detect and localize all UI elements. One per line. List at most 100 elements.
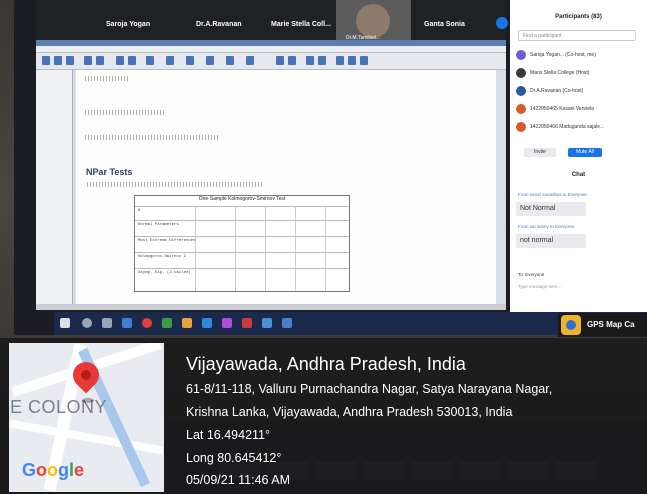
participant-row[interactable]: 1422050465 Kasani Vennela — [516, 102, 640, 116]
app-icon[interactable] — [242, 318, 252, 328]
split-icon[interactable] — [206, 56, 214, 65]
find-icon[interactable] — [166, 56, 174, 65]
chat-message: not normal — [516, 234, 586, 248]
toolbar — [36, 53, 506, 70]
insert-icon[interactable] — [186, 56, 194, 65]
undo-icon[interactable] — [84, 56, 92, 65]
participant-search-input[interactable]: Find a participant — [518, 30, 636, 41]
participant-name: Dr.A.Ravanan (Co-host) — [530, 88, 584, 94]
video-tile[interactable]: Dr.M.Tamilsel... — [336, 0, 411, 44]
next-page-icon[interactable] — [496, 17, 508, 29]
arrow-right-icon[interactable] — [288, 56, 296, 65]
browser-icon[interactable] — [142, 318, 152, 328]
row-label: Kolmogorov-Smirnov Z — [138, 255, 187, 259]
output-table[interactable]: One-Sample Kolmogorov-Smirnov Test N Nor… — [134, 195, 350, 292]
search-icon[interactable] — [82, 318, 92, 328]
table-icon[interactable] — [348, 56, 356, 65]
participant-row[interactable]: Saroja Yogan... (Co-host, me) — [516, 48, 640, 62]
tile-name: Ganta Sonia — [424, 21, 465, 28]
goto-icon[interactable] — [116, 56, 124, 65]
tile-name: Marie Stella Coll... — [271, 21, 331, 28]
longitude: Long 80.645412° — [186, 451, 282, 465]
panel-title: Participants (83) — [555, 14, 602, 20]
table-rule — [135, 268, 349, 269]
gps-map-camera-button[interactable]: GPS Map Ca — [558, 313, 647, 337]
participant-tile[interactable]: Ganta Sonia — [414, 0, 494, 40]
app-icon[interactable] — [222, 318, 232, 328]
remove-icon[interactable] — [318, 56, 326, 65]
latitude: Lat 16.494211° — [186, 428, 271, 442]
avatar — [516, 68, 526, 78]
add-icon[interactable] — [306, 56, 314, 65]
table-col-rule — [325, 206, 326, 291]
participant-name: 1422050466 Madugunda sajale... — [530, 124, 605, 130]
participant-name: Saroja Yogan... (Co-host, me) — [530, 52, 596, 58]
chat-recipient[interactable]: To: Everyone — [518, 272, 544, 277]
spss-window: ||||||||||||||| ||||||||||||||||||||||||… — [36, 40, 506, 310]
output-line: ||||||||||||||||||||||||||| — [84, 110, 166, 116]
avatar — [516, 86, 526, 96]
grid-icon[interactable] — [336, 56, 344, 65]
laptop-screen: Saroja Yogan Dr.A.Ravanan Marie Stella C… — [14, 0, 647, 335]
table-rule — [135, 220, 349, 221]
row-label: Normal Parameters — [138, 223, 179, 227]
address-line: 61-8/11-118, Valluru Purnachandra Nagar,… — [186, 382, 553, 396]
start-icon[interactable] — [60, 318, 70, 328]
gps-camera-icon — [561, 315, 581, 335]
open-icon[interactable] — [42, 56, 50, 65]
weight-icon[interactable] — [226, 56, 234, 65]
participant-row[interactable]: Dr.A.Ravanan (Co-host) — [516, 84, 640, 98]
pin-shadow — [82, 398, 94, 403]
chart-icon[interactable] — [128, 56, 136, 65]
redo-icon[interactable] — [96, 56, 104, 65]
participant-tile[interactable]: Saroja Yogan — [96, 0, 186, 40]
app-icon[interactable] — [162, 318, 172, 328]
task-view-icon[interactable] — [102, 318, 112, 328]
chat-title: Chat — [571, 172, 586, 178]
avatar — [516, 122, 526, 132]
pivot-icon[interactable] — [360, 56, 368, 65]
mute-all-button[interactable]: Mute All — [568, 148, 602, 157]
table-col-rule — [295, 206, 296, 291]
save-icon[interactable] — [54, 56, 62, 65]
spss-icon[interactable] — [262, 318, 272, 328]
table-col-rule — [195, 206, 196, 291]
row-label: N — [138, 209, 141, 213]
output-document[interactable]: ||||||||||||||| ||||||||||||||||||||||||… — [76, 70, 496, 304]
status-bar — [36, 304, 506, 310]
chat-meta: From ravuri sunaditya to Everyone: — [518, 192, 589, 197]
print-icon[interactable] — [66, 56, 74, 65]
app-icon[interactable] — [282, 318, 292, 328]
table-rule — [135, 206, 349, 207]
participant-tile[interactable]: Dr.A.Ravanan — [186, 0, 261, 40]
location-city: Vijayawada, Andhra Pradesh, India — [186, 354, 466, 374]
avatar — [516, 50, 526, 60]
table-title: One-Sample Kolmogorov-Smirnov Test — [198, 196, 286, 202]
menu-bar[interactable] — [36, 46, 506, 53]
zoom-icon[interactable] — [202, 318, 212, 328]
chat-meta: From sai sunny to Everyone: — [518, 224, 576, 229]
avatar — [516, 104, 526, 114]
participant-name: Maris Stella College (Host) — [530, 70, 590, 76]
explorer-icon[interactable] — [122, 318, 132, 328]
row-label: Asymp. Sig. (2-tailed) — [138, 271, 191, 275]
select-icon[interactable] — [246, 56, 254, 65]
table-rule — [135, 252, 349, 253]
arrow-left-icon[interactable] — [276, 56, 284, 65]
google-logo: Google — [22, 460, 85, 480]
chat-input[interactable]: Type message here... — [518, 284, 561, 289]
table-col-rule — [265, 206, 266, 291]
tile-name: Saroja Yogan — [106, 21, 151, 28]
participant-row[interactable]: Maris Stella College (Host) — [516, 66, 640, 80]
output-outline[interactable] — [36, 70, 73, 304]
participants-panel: Participants (83) Find a participant Sar… — [510, 0, 647, 312]
participant-tile[interactable]: Marie Stella Coll... — [261, 0, 336, 40]
output-line: ||||||||||||||| — [84, 76, 130, 82]
invite-button[interactable]: Invite — [524, 148, 556, 157]
variables-icon[interactable] — [146, 56, 154, 65]
photo: Saroja Yogan Dr.A.Ravanan Marie Stella C… — [0, 0, 647, 494]
participant-row[interactable]: 1422050466 Madugunda sajale... — [516, 120, 640, 134]
map-road — [9, 419, 164, 455]
app-icon[interactable] — [182, 318, 192, 328]
table-rule — [135, 236, 349, 237]
